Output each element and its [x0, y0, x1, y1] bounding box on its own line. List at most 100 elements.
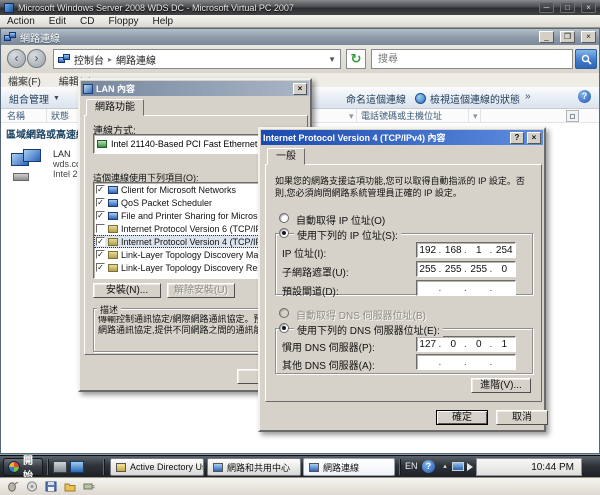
explorer-restore-button[interactable]: ❐ — [560, 31, 575, 43]
task-network-connections[interactable]: 網路連線 — [303, 458, 395, 476]
tab-networking[interactable]: 網路功能 — [86, 99, 144, 116]
explorer-close-button[interactable]: × — [581, 31, 596, 43]
column-filter-right-icon[interactable]: ▾ — [469, 109, 481, 123]
ipv4-properties-dialog: Internet Protocol Version 4 (TCP/IPv4) 內… — [258, 127, 546, 432]
column-filter-left-icon[interactable]: ▾ — [345, 109, 357, 123]
checkbox[interactable] — [96, 250, 105, 259]
radio-manual-ip[interactable] — [279, 228, 289, 238]
tab-general[interactable]: 一般 — [267, 148, 305, 165]
mouse-icon[interactable] — [7, 481, 19, 492]
tray-network-icon[interactable] — [452, 462, 464, 471]
octet: 255 — [468, 264, 490, 275]
radio-manual-ip-label[interactable]: 使用下列的 IP 位址(S): — [294, 227, 401, 242]
taskbar-separator — [399, 459, 400, 475]
radio-manual-dns[interactable] — [279, 323, 289, 333]
ipv4-dialog-help-button[interactable]: ? — [510, 132, 524, 144]
breadcrumb-root[interactable]: 控制台 — [74, 52, 104, 67]
qos-icon — [108, 199, 118, 207]
back-button[interactable]: ‹ — [7, 49, 26, 68]
vpc-menu-floppy[interactable]: Floppy — [108, 16, 138, 27]
folder-icon[interactable] — [64, 481, 76, 492]
vpc-menu-cd[interactable]: CD — [80, 16, 94, 27]
install-button[interactable]: 安裝(N)... — [93, 283, 161, 298]
vpc-menu-help[interactable]: Help — [153, 16, 174, 27]
quick-launch-desktop-icon[interactable] — [70, 461, 84, 473]
protocol-icon — [108, 225, 118, 233]
cd-icon[interactable] — [26, 481, 38, 492]
ipv4-intro-line2: 則,您必須詢問網路系統管理員正確的 IP 設定。 — [275, 186, 462, 199]
checkbox[interactable] — [96, 185, 105, 194]
network-connections-icon — [4, 32, 16, 42]
subnet-mask-label: 子網路遮罩(U): — [282, 264, 349, 279]
lan-connection-icon[interactable] — [11, 149, 49, 185]
protocol-icon — [108, 238, 118, 246]
forward-button[interactable]: › — [27, 49, 46, 68]
active-directory-icon — [116, 463, 126, 472]
column-name[interactable]: 名稱 — [3, 109, 47, 123]
network-connections-task-icon — [309, 463, 319, 472]
tray-chevron-icon[interactable]: ▴ — [440, 462, 450, 472]
language-indicator[interactable]: EN — [405, 461, 418, 471]
vpc-maximize-button[interactable]: □ — [560, 2, 575, 13]
subnet-mask-field[interactable]: 255 255 255 0 — [416, 261, 516, 277]
cancel-button[interactable]: 取消 — [496, 410, 548, 425]
search-button[interactable] — [575, 49, 597, 69]
tray-help-icon[interactable]: ? — [422, 460, 435, 473]
advanced-button[interactable]: 進階(V)... — [471, 378, 531, 393]
task-active-directory[interactable]: Active Directory Users... — [110, 458, 204, 476]
menu-file[interactable]: 檔案(F) — [8, 73, 41, 88]
item-label: Internet Protocol Version 6 (TCP/IPv6) — [121, 224, 274, 234]
radio-auto-ip-label[interactable]: 自動取得 IP 位址(O) — [296, 212, 385, 227]
octet: 0 — [468, 339, 490, 350]
more-commands-button[interactable]: » — [525, 91, 531, 102]
location-icon — [58, 54, 70, 64]
vpc-menu-edit[interactable]: Edit — [49, 16, 66, 27]
vpc-menu-action[interactable]: Action — [7, 16, 35, 27]
default-gateway-field[interactable] — [416, 280, 516, 296]
radio-manual-dns-label[interactable]: 使用下列的 DNS 伺服器位址(E): — [294, 322, 443, 337]
column-end-box-icon[interactable] — [566, 110, 579, 122]
organize-button[interactable]: 組合管理 ▼ — [9, 91, 60, 106]
floppy-icon[interactable] — [45, 481, 57, 492]
vpc-close-button[interactable]: × — [581, 2, 596, 13]
ipv4-dialog-titlebar: Internet Protocol Version 4 (TCP/IPv4) 內… — [261, 130, 543, 145]
search-box[interactable] — [371, 49, 573, 69]
checkbox[interactable] — [96, 211, 105, 220]
taskbar-clock[interactable]: 10:44 PM — [476, 458, 582, 476]
checkbox[interactable] — [96, 198, 105, 207]
lan-dialog-icon — [83, 84, 93, 94]
preferred-dns-field[interactable]: 127 0 0 1 — [416, 336, 516, 352]
radio-auto-ip[interactable] — [279, 213, 289, 223]
help-icon[interactable]: ? — [578, 90, 591, 103]
quick-launch-server-icon[interactable] — [53, 461, 67, 473]
item-label: Internet Protocol Version 4 (TCP/IPv4) — [121, 237, 274, 247]
checkbox[interactable] — [96, 263, 105, 272]
explorer-minimize-button[interactable]: _ — [539, 31, 554, 43]
view-status-label: 檢視這個連線的狀態 — [430, 91, 520, 106]
address-dropdown-icon[interactable]: ▼ — [328, 55, 336, 64]
rename-connection-button[interactable]: 命名這個連線 — [346, 91, 406, 106]
alternate-dns-field[interactable] — [416, 354, 516, 370]
start-button[interactable]: 開始 — [3, 458, 43, 476]
breadcrumb[interactable]: 控制台 ▸ 網路連線 ▼ — [53, 49, 341, 69]
vpc-app-icon — [4, 3, 14, 13]
ok-button[interactable]: 確定 — [436, 410, 488, 425]
radio-auto-dns-label: 自動取得 DNS 伺服器位址(B) — [296, 307, 426, 322]
ipv4-dialog-close-button[interactable]: × — [527, 132, 541, 144]
vpc-minimize-button[interactable]: ─ — [539, 2, 554, 13]
preferred-dns-label: 慣用 DNS 伺服器(P): — [282, 339, 375, 354]
column-phone[interactable]: 電話號碼或主機位址 — [357, 109, 469, 123]
refresh-button[interactable]: ↻ — [346, 49, 366, 69]
ip-address-field[interactable]: 192 168 1 254 — [416, 242, 516, 258]
task-label: 網路連線 — [323, 461, 359, 474]
breadcrumb-current[interactable]: 網路連線 — [116, 52, 156, 67]
item-label: QoS Packet Scheduler — [121, 198, 212, 208]
view-status-button[interactable]: 檢視這個連線的狀態 — [415, 91, 520, 106]
checkbox[interactable] — [96, 237, 105, 246]
description-title: 描述 — [97, 303, 121, 316]
search-input[interactable] — [376, 53, 568, 66]
lan-dialog-close-button[interactable]: × — [293, 83, 307, 95]
network-adapter-icon[interactable] — [83, 481, 95, 492]
task-network-sharing-center[interactable]: 網路和共用中心 — [207, 458, 301, 476]
checkbox[interactable] — [96, 224, 105, 233]
